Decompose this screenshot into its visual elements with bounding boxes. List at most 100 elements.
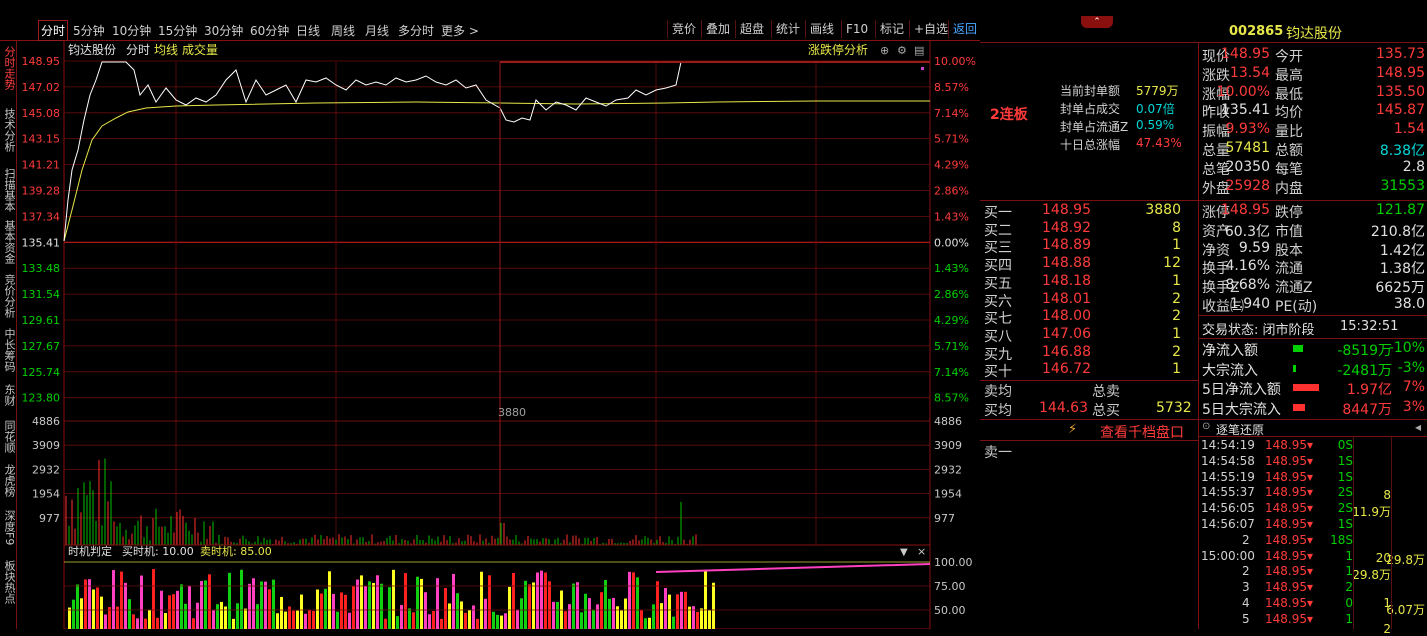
indicator-bar	[476, 618, 479, 629]
indicator-bar	[504, 613, 507, 629]
quote-value: 31553	[1380, 177, 1425, 194]
indicator-bar	[188, 585, 191, 629]
chart-add-icon[interactable]: ⊕	[880, 44, 889, 57]
indicator-bar	[396, 616, 399, 629]
period-tab-30min[interactable]: 30分钟	[204, 22, 243, 39]
period-tab-intraday[interactable]: 分时	[38, 20, 69, 41]
bid-price: 148.95	[1042, 202, 1091, 218]
indicator-bar	[104, 614, 107, 629]
indicator-bar	[676, 594, 679, 629]
left-tab-scan[interactable]: 扫描基本	[1, 168, 16, 212]
bid-price: 148.00	[1042, 308, 1091, 325]
pct-tick: 2.86%	[934, 185, 969, 198]
price-tick: 143.15	[22, 133, 61, 146]
limit-analysis-link[interactable]: 涨跌停分析	[808, 42, 868, 57]
tool-f10-button[interactable]: F10	[841, 20, 872, 38]
pct-tick: 4.29%	[934, 159, 969, 172]
left-tab-auction[interactable]: 竞价分析	[1, 274, 16, 318]
period-tab-60min[interactable]: 60分钟	[250, 22, 289, 39]
indicator-bar	[200, 581, 203, 629]
pct-tick: 2.86%	[934, 288, 969, 301]
indicator-bar	[164, 613, 167, 629]
quote-value: 6625万	[1375, 280, 1425, 297]
indicator-bar	[468, 610, 471, 629]
indicator-bar	[696, 611, 699, 629]
tool-add-watchlist-button[interactable]: +自选	[909, 20, 952, 38]
left-tab-sector[interactable]: 板块热点	[1, 560, 16, 604]
period-tab-multi[interactable]: 多分时	[398, 22, 434, 39]
tool-mark-button[interactable]: 标记	[875, 20, 908, 38]
flow-label: 大宗流入	[1202, 362, 1258, 379]
indicator-dropdown-icon[interactable]: ▼	[900, 547, 908, 558]
left-tab-intraday[interactable]: 分时走势	[1, 46, 16, 90]
pct-tick: 1.43%	[934, 262, 969, 275]
flow-bar	[1293, 345, 1303, 352]
indicator-bar	[400, 605, 403, 629]
left-tab-dragon-tiger[interactable]: 龙虎榜	[1, 464, 16, 497]
period-tab-more[interactable]: 更多 >	[441, 22, 479, 39]
tick-collapse-icon[interactable]: ⊙	[1202, 421, 1210, 432]
period-tab-weekly[interactable]: 周线	[331, 22, 355, 39]
period-tab-5min[interactable]: 5分钟	[73, 22, 105, 39]
tool-draw-button[interactable]: 画线	[805, 20, 838, 38]
intraday-chart[interactable]: 3880 钧达股份 分时 均线 成交量 涨跌停分析 ⊕ ⚙ ▤ 时机判定 买时机…	[16, 40, 980, 629]
left-tab-eastmoney[interactable]: 东财	[1, 384, 16, 406]
indicator-bar	[124, 582, 127, 629]
tick-title: 逐笔还原	[1216, 423, 1265, 437]
left-tab-technical[interactable]: 技术分析	[1, 108, 16, 152]
left-tab-strip: 分时走势 技术分析 扫描基本 基本资金 竞价分析 中长筹码 东财 同花顺 龙虎榜…	[0, 40, 17, 629]
orderbook-top-divider	[980, 200, 1198, 201]
left-tab-chips[interactable]: 中长筹码	[1, 328, 16, 372]
collapse-icon[interactable]: ⌃	[1081, 16, 1113, 28]
indicator-bar	[440, 618, 443, 629]
indicator-bar	[192, 618, 195, 629]
indicator-bar	[96, 587, 99, 629]
indicator-title: 时机判定	[68, 544, 112, 558]
indicator-bar	[644, 618, 647, 629]
left-tab-ths[interactable]: 同花顺	[1, 420, 16, 453]
price-tick: 125.74	[22, 366, 61, 379]
tool-overlay-button[interactable]: 叠加	[701, 20, 734, 38]
chart-avg-legend: 均线	[154, 43, 178, 57]
quote-value: 57481	[1225, 140, 1270, 156]
bid-volume: 1	[1172, 237, 1181, 254]
indicator-bar	[88, 579, 91, 629]
bid-volume: 2	[1172, 343, 1181, 360]
quote-value: 1.54	[1393, 121, 1425, 138]
indicator-bar	[284, 611, 287, 629]
tool-auction-button[interactable]: 竞价	[667, 20, 700, 38]
indicator-bar	[664, 588, 667, 629]
chart-settings-icon[interactable]: ⚙	[897, 44, 907, 57]
bid-price: 148.18	[1042, 272, 1091, 289]
period-tab-10min[interactable]: 10分钟	[112, 22, 151, 39]
tool-stats-button[interactable]: 统计	[771, 20, 804, 38]
indicator-bar	[120, 571, 123, 629]
indicator-close-icon[interactable]: ×	[917, 545, 926, 558]
indicator-bar	[428, 614, 431, 629]
tick-dropdown-icon[interactable]: ◂	[1415, 420, 1421, 434]
quote-value: 8.38亿	[1379, 143, 1425, 159]
period-tab-daily[interactable]: 日线	[296, 22, 320, 39]
thousand-depth-link[interactable]: 查看千档盘口	[1100, 422, 1184, 442]
volume-tick-right: 4886	[934, 415, 962, 428]
indicator-bar	[212, 610, 215, 629]
left-tab-fundamentals[interactable]: 基本资金	[1, 220, 16, 264]
indicator-bar	[244, 608, 247, 629]
tick-time: 14:54:58	[1201, 453, 1255, 468]
price-tick: 145.08	[22, 107, 61, 120]
indicator-bar	[540, 570, 543, 629]
period-tab-15min[interactable]: 15分钟	[158, 22, 197, 39]
left-tab-depth[interactable]: 深度F9	[1, 510, 16, 545]
tool-super-button[interactable]: 超盘	[735, 20, 768, 38]
chart-menu-icon[interactable]: ▤	[914, 44, 924, 57]
tick-time: 14:55:19	[1201, 469, 1255, 484]
volume-tick: 2932	[32, 463, 60, 476]
tool-back-button[interactable]: 返回	[948, 20, 981, 38]
tick-time: 14:55:37	[1201, 485, 1255, 500]
volume-tick: 3909	[32, 439, 60, 452]
indicator-bar	[680, 591, 683, 629]
period-tab-monthly[interactable]: 月线	[365, 22, 389, 39]
indicator-bar	[628, 571, 631, 629]
indicator-bar	[600, 592, 603, 629]
price-grid	[64, 60, 930, 545]
